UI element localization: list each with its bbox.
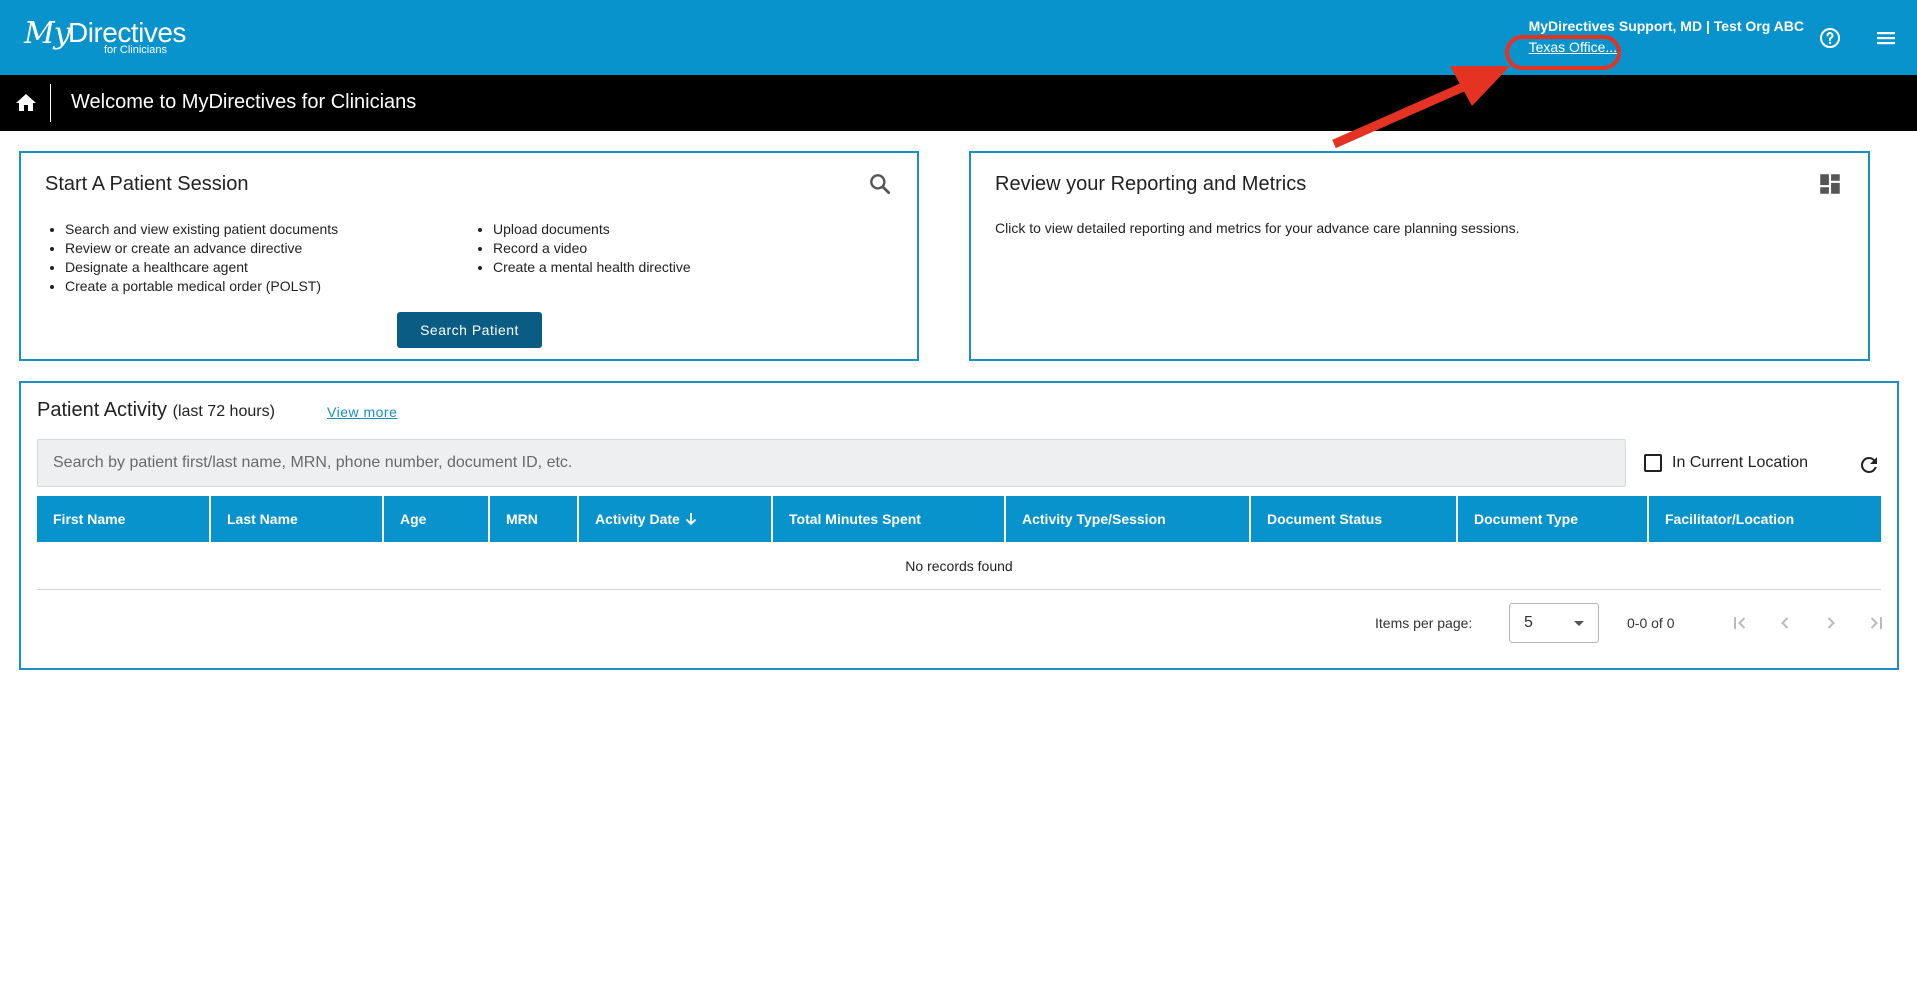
column-header[interactable]: Total Minutes Spent: [773, 496, 1006, 542]
activity-title-text: Patient Activity: [37, 399, 168, 421]
mydirectives-logo[interactable]: My Directives for Clinicians: [24, 14, 186, 62]
home-icon[interactable]: [14, 91, 38, 115]
checkbox-label: In Current Location: [1672, 454, 1809, 471]
column-header[interactable]: MRN: [490, 496, 579, 542]
list-item: Search and view existing patient documen…: [65, 220, 338, 239]
reporting-metrics-card[interactable]: Review your Reporting and Metrics Click …: [969, 151, 1870, 361]
session-features-right: Upload documents Record a video Create a…: [473, 220, 691, 277]
column-header[interactable]: Facilitator/Location: [1649, 496, 1881, 542]
activity-table: First Name Last Name Age MRN Activity Da…: [37, 496, 1881, 590]
list-item: Review or create an advance directive: [65, 239, 338, 258]
refresh-icon[interactable]: [1857, 453, 1881, 477]
welcome-bar: Welcome to MyDirectives for Clinicians: [0, 75, 1917, 131]
last-page-icon[interactable]: [1864, 611, 1888, 635]
patient-search-input[interactable]: [37, 439, 1626, 487]
items-per-page-select[interactable]: 5: [1509, 603, 1599, 643]
items-per-page-label: Items per page:: [1375, 615, 1473, 631]
card-title: Start A Patient Session: [45, 173, 249, 195]
table-header: First Name Last Name Age MRN Activity Da…: [37, 496, 1881, 542]
metrics-description: Click to view detailed reporting and met…: [995, 220, 1520, 236]
logo-my: My: [24, 16, 71, 51]
hamburger-menu-icon[interactable]: [1874, 26, 1898, 50]
first-page-icon[interactable]: [1728, 611, 1752, 635]
page-range-label: 0-0 of 0: [1627, 615, 1675, 631]
list-item: Record a video: [493, 239, 691, 258]
activity-subtitle: (last 72 hours): [172, 403, 275, 420]
column-header[interactable]: Activity Type/Session: [1006, 496, 1251, 542]
search-icon[interactable]: [867, 171, 893, 197]
column-label: Activity Type/Session: [1022, 511, 1166, 527]
card-title: Review your Reporting and Metrics: [995, 173, 1307, 195]
empty-table-message: No records found: [37, 542, 1881, 590]
column-label: Total Minutes Spent: [789, 511, 921, 527]
column-label: Age: [400, 511, 427, 527]
activity-title: Patient Activity (last 72 hours): [37, 399, 275, 422]
help-icon[interactable]: [1818, 26, 1842, 50]
view-more-link[interactable]: View more: [327, 404, 397, 420]
top-header: My Directives for Clinicians MyDirective…: [0, 0, 1917, 75]
column-label: First Name: [53, 511, 126, 527]
column-header[interactable]: Age: [384, 496, 490, 542]
column-label: Document Type: [1474, 511, 1578, 527]
annotation-arrow-icon: [1332, 66, 1510, 149]
arrow-down-icon: [685, 513, 696, 526]
column-header[interactable]: Last Name: [211, 496, 384, 542]
column-header[interactable]: Document Status: [1251, 496, 1458, 542]
list-item: Create a portable medical order (POLST): [65, 277, 338, 296]
column-header[interactable]: Document Type: [1458, 496, 1649, 542]
column-header[interactable]: First Name: [37, 496, 211, 542]
column-label: Document Status: [1267, 511, 1383, 527]
dashboard-icon[interactable]: [1817, 171, 1843, 197]
column-header-sorted[interactable]: Activity Date: [579, 496, 773, 542]
patient-activity-panel: Patient Activity (last 72 hours) View mo…: [19, 381, 1899, 670]
in-current-location-checkbox[interactable]: In Current Location: [1644, 454, 1808, 472]
next-page-icon[interactable]: [1819, 611, 1843, 635]
dropdown-caret-icon: [1574, 621, 1584, 626]
page-title: Welcome to MyDirectives for Clinicians: [71, 91, 417, 113]
user-name: MyDirectives Support, MD | Test Org ABC: [1528, 18, 1804, 34]
list-item: Create a mental health directive: [493, 258, 691, 277]
logo-subtitle: for Clinicians: [104, 44, 167, 56]
checkbox-box[interactable]: [1644, 454, 1662, 472]
column-label: Activity Date: [595, 511, 680, 527]
patient-session-card: Start A Patient Session Search and view …: [19, 151, 919, 361]
column-label: MRN: [506, 511, 538, 527]
list-item: Designate a healthcare agent: [65, 258, 338, 277]
column-label: Last Name: [227, 511, 298, 527]
divider: [50, 84, 51, 122]
previous-page-icon[interactable]: [1773, 611, 1797, 635]
session-features-left: Search and view existing patient documen…: [45, 220, 338, 296]
search-patient-button[interactable]: Search Patient: [397, 312, 542, 348]
items-per-page-value: 5: [1524, 614, 1533, 631]
column-label: Facilitator/Location: [1665, 511, 1795, 527]
list-item: Upload documents: [493, 220, 691, 239]
paginator: Items per page: 5 0-0 of 0: [37, 602, 1882, 644]
